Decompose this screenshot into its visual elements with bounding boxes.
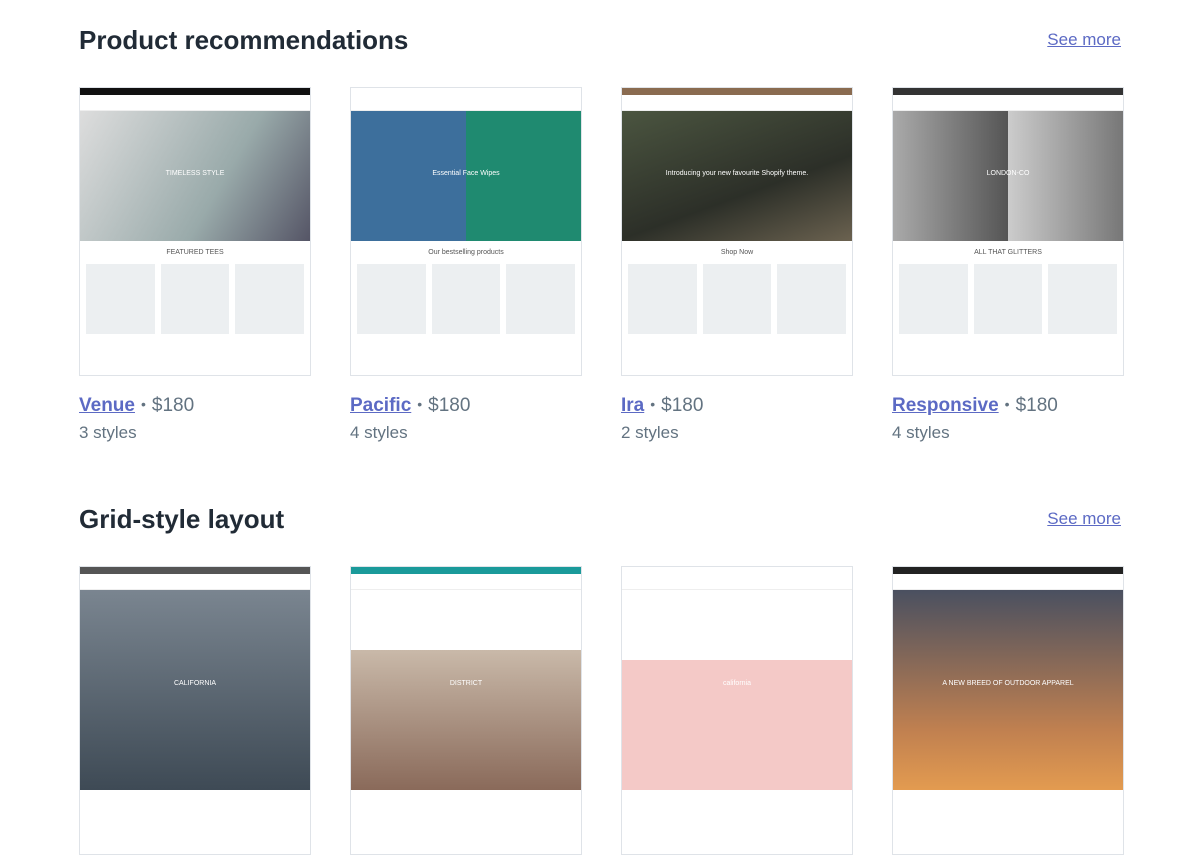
theme-preview-image[interactable]: CALIFORNIA — [79, 566, 311, 855]
preview-hero-text: TIMELESS STYLE — [165, 169, 225, 177]
separator-dot: • — [650, 396, 656, 412]
preview-nav — [80, 95, 310, 111]
preview-announcement-bar — [351, 88, 581, 95]
preview-nav — [893, 95, 1123, 111]
theme-price: $180 — [151, 395, 195, 416]
theme-card: DISTRICT — [350, 566, 582, 855]
preview-hero: CALIFORNIA — [80, 590, 310, 790]
preview-announcement-bar — [351, 567, 581, 574]
preview-hero-text: Essential Face Wipes — [432, 169, 500, 177]
theme-card: TIMELESS STYLE FEATURED TEES Venue • $180 … — [79, 87, 311, 443]
preview-hero-text: california — [722, 680, 751, 687]
preview-nav — [351, 95, 581, 111]
preview-hero-text: Introducing your new favourite Shopify t… — [665, 169, 809, 177]
theme-price: $180 — [428, 395, 471, 416]
theme-preview-image[interactable]: A NEW BREED OF OUTDOOR APPAREL — [892, 566, 1124, 855]
preview-nav — [351, 574, 581, 590]
preview-hero-text: A NEW BREED OF OUTDOOR APPAREL — [942, 680, 1074, 687]
separator-dot: • — [140, 396, 146, 412]
preview-hero: california — [622, 590, 852, 790]
preview-hero: LONDON-CO — [893, 111, 1123, 241]
preview-announcement-bar — [893, 567, 1123, 574]
theme-name-link[interactable]: Responsive — [892, 395, 999, 416]
preview-hero-text: DISTRICT — [449, 680, 483, 687]
preview-hero: A NEW BREED OF OUTDOOR APPAREL — [893, 590, 1123, 790]
preview-body-text: ALL THAT GLITTERS — [974, 249, 1042, 256]
theme-styles-count: 2 styles — [621, 423, 679, 442]
preview-nav — [622, 574, 852, 590]
theme-styles-count: 4 styles — [892, 423, 950, 442]
theme-styles-count: 3 styles — [79, 423, 137, 442]
preview-announcement-bar — [80, 567, 310, 574]
preview-body-text: FEATURED TEES — [166, 249, 224, 256]
preview-hero: TIMELESS STYLE — [80, 111, 310, 241]
theme-preview-image[interactable]: TIMELESS STYLE FEATURED TEES — [79, 87, 311, 376]
preview-hero: Essential Face Wipes — [351, 111, 581, 241]
preview-hero: Introducing your new favourite Shopify t… — [622, 111, 852, 241]
theme-preview-image[interactable]: Essential Face Wipes Our bestselling pro… — [350, 87, 582, 376]
see-more-link[interactable]: See more — [1047, 509, 1121, 529]
section-title: Grid-style layout — [79, 503, 285, 534]
section-grid-style-layout: Grid-style layout See more CALIFORNIA DI… — [79, 499, 1124, 855]
preview-hero: DISTRICT — [351, 590, 581, 790]
preview-nav — [80, 574, 310, 590]
separator-dot: • — [417, 396, 423, 412]
preview-nav — [893, 574, 1123, 590]
preview-hero-text: LONDON-CO — [986, 169, 1030, 177]
preview-body-text: Shop Now — [720, 249, 754, 256]
preview-announcement-bar — [80, 88, 310, 95]
theme-name-link[interactable]: Pacific — [350, 395, 411, 416]
preview-announcement-bar — [622, 88, 852, 95]
preview-announcement-bar — [622, 567, 852, 574]
section-product-recommendations: Product recommendations See more TIMELES… — [79, 20, 1124, 443]
theme-price: $180 — [1015, 395, 1058, 416]
preview-announcement-bar — [893, 88, 1123, 95]
preview-hero-text: CALIFORNIA — [173, 680, 216, 687]
theme-name-link[interactable]: Venue — [79, 395, 135, 416]
theme-preview-image[interactable]: california — [621, 566, 853, 855]
theme-card: CALIFORNIA — [79, 566, 311, 855]
theme-card: A NEW BREED OF OUTDOOR APPAREL — [892, 566, 1124, 855]
theme-card: Introducing your new favourite Shopify t… — [621, 87, 853, 443]
section-title: Product recommendations — [79, 24, 409, 55]
see-more-link[interactable]: See more — [1047, 30, 1121, 50]
theme-card: LONDON-CO ALL THAT GLITTERS Responsive • $… — [892, 87, 1124, 443]
preview-body-text: Our bestselling products — [428, 249, 504, 256]
theme-preview-image[interactable]: DISTRICT — [350, 566, 582, 855]
theme-card: Essential Face Wipes Our bestselling pro… — [350, 87, 582, 443]
theme-styles-count: 4 styles — [350, 423, 408, 442]
theme-name-link[interactable]: Ira — [621, 395, 644, 416]
theme-card: california — [621, 566, 853, 855]
separator-dot: • — [1004, 396, 1010, 412]
theme-price: $180 — [661, 395, 704, 416]
theme-preview-image[interactable]: Introducing your new favourite Shopify t… — [621, 87, 853, 376]
preview-nav — [622, 95, 852, 111]
theme-preview-image[interactable]: LONDON-CO ALL THAT GLITTERS — [892, 87, 1124, 376]
